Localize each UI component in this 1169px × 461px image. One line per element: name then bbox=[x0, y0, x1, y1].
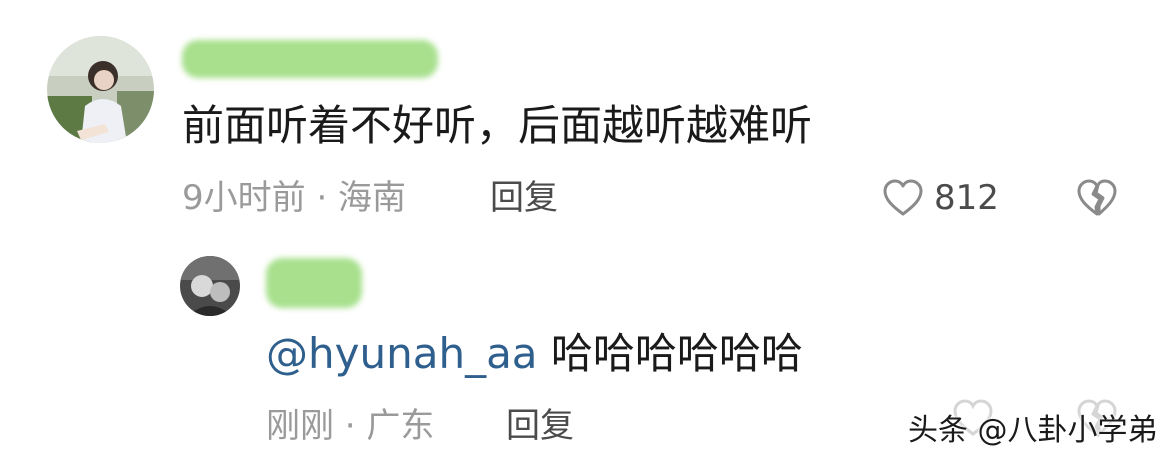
reply-body: 哈哈哈哈哈哈 bbox=[550, 329, 803, 378]
replier-avatar[interactable] bbox=[180, 256, 240, 316]
commenter-avatar[interactable] bbox=[47, 36, 154, 143]
heart-outline-icon bbox=[882, 178, 924, 218]
mention-link[interactable]: @hyunah_aa bbox=[266, 329, 538, 378]
comment-text: 前面听着不好听，后面越听越难听 bbox=[182, 101, 813, 150]
replier-name-redacted bbox=[266, 258, 362, 308]
comment-time-location: 9小时前 · 海南 bbox=[182, 178, 407, 218]
broken-heart-icon[interactable] bbox=[1076, 178, 1118, 218]
reply-text: @hyunah_aa 哈哈哈哈哈哈 bbox=[266, 326, 803, 382]
like-count: 812 bbox=[934, 178, 999, 218]
comment-reply-button[interactable]: 回复 bbox=[490, 176, 558, 220]
watermark: 头条 @八卦小学弟 bbox=[908, 413, 1158, 448]
reply-time-location: 刚刚 · 广东 bbox=[266, 406, 435, 446]
like-button[interactable]: 812 bbox=[882, 176, 999, 220]
commenter-name-redacted bbox=[182, 40, 438, 78]
reply-reply-button[interactable]: 回复 bbox=[506, 404, 574, 448]
